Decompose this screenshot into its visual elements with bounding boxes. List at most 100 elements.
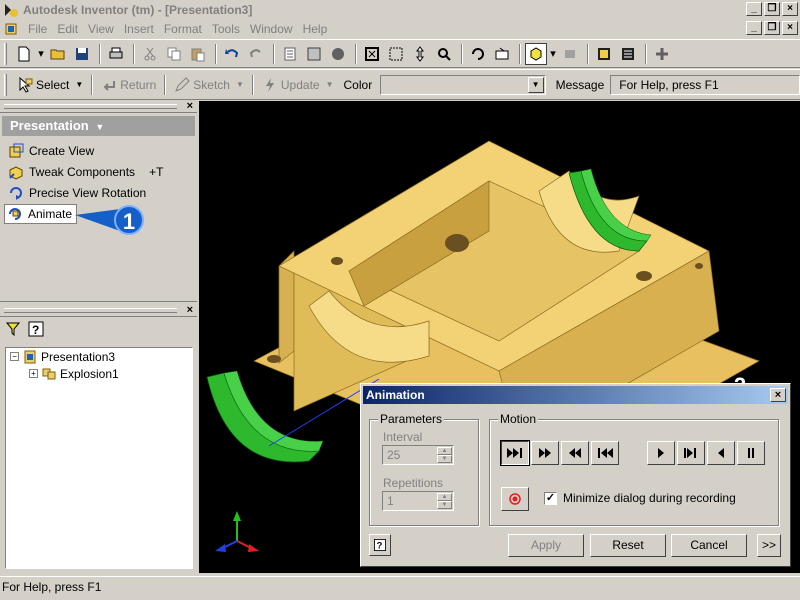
add-icon[interactable] [651,43,673,65]
dialog-help-button[interactable]: ? [369,534,391,556]
more-button[interactable]: >> [757,534,781,557]
look-at-icon[interactable] [491,43,513,65]
sketch-button[interactable]: Sketch ▼ [170,74,248,96]
open-folder-icon[interactable] [47,43,69,65]
step-reverse-button[interactable] [561,441,589,465]
sphere-icon[interactable] [327,43,349,65]
apply-button[interactable]: Apply [508,534,584,557]
fast-forward-end-icon [507,448,522,458]
save-icon[interactable] [71,43,93,65]
spin-down-icon[interactable]: ▼ [437,455,452,463]
play-forward-to-end-button[interactable] [500,440,530,466]
interval-label: Interval [383,430,423,444]
collapse-icon[interactable]: − [10,352,19,361]
spin-down-icon[interactable]: ▼ [437,501,452,509]
camera-view-icon[interactable] [559,43,581,65]
spin-up-icon[interactable]: ▲ [437,493,452,501]
sketch-dropdown-icon[interactable]: ▼ [236,80,244,89]
new-file-icon[interactable] [13,43,35,65]
panel-title[interactable]: Presentation ▼ [2,116,195,136]
next-step-button[interactable] [677,441,705,465]
menu-help[interactable]: Help [298,22,333,36]
tree-node-presentation[interactable]: − Presentation3 [10,348,115,365]
paste-icon[interactable] [187,43,209,65]
toolbar-grip[interactable] [4,42,7,65]
select-button[interactable]: Select ▼ [13,74,87,96]
select-dropdown-icon[interactable]: ▼ [75,80,83,89]
panel-close-icon[interactable]: × [187,100,193,112]
pan-icon[interactable] [409,43,431,65]
dialog-close-button[interactable]: × [770,388,786,402]
filter-icon[interactable] [6,322,20,336]
return-button[interactable]: Return [97,74,160,96]
minimize-button[interactable]: _ [746,2,762,16]
close-button[interactable]: × [782,2,798,16]
panel-item-shortcut: +T [149,164,164,179]
update-dropdown-icon[interactable]: ▼ [326,80,334,89]
interval-value: 25 [387,448,401,462]
doc-minimize-button[interactable]: _ [746,21,762,35]
menu-tools[interactable]: Tools [207,22,245,36]
menu-window[interactable]: Window [245,22,298,36]
cancel-button[interactable]: Cancel [671,534,747,557]
copy-icon[interactable] [163,43,185,65]
interval-field[interactable]: 25 ▲ ▼ [382,445,454,465]
undo-icon[interactable] [221,43,243,65]
panel-item-label: Precise View Rotation [29,185,147,200]
new-dropdown-icon[interactable]: ▾ [37,43,45,65]
browser-close-icon[interactable]: × [187,304,193,316]
parts-list-icon[interactable] [279,43,301,65]
record-icon [509,493,521,505]
menu-insert[interactable]: Insert [119,22,159,36]
spin-up-icon[interactable]: ▲ [437,447,452,455]
reset-button[interactable]: Reset [590,534,666,557]
play-forward-button[interactable] [647,441,675,465]
shaded-display-icon[interactable] [525,42,547,65]
rotate-icon[interactable] [467,43,489,65]
update-button[interactable]: Update ▼ [258,74,338,96]
zoom-icon[interactable] [433,43,455,65]
repetitions-field[interactable]: 1 ▲ ▼ [382,491,454,511]
help-topics-icon[interactable] [617,43,639,65]
command-bar-grip[interactable] [4,73,7,96]
record-button[interactable] [501,487,529,511]
tree-node-explosion[interactable]: + Explosion1 [29,365,119,382]
play-reverse-to-start-button[interactable] [591,441,619,465]
play-reverse-button[interactable] [707,441,735,465]
menu-file[interactable]: File [23,22,52,36]
document-icon[interactable] [3,22,19,36]
expand-icon[interactable]: + [29,369,38,378]
help-question-icon[interactable]: ? [28,321,44,337]
dialog-title-bar[interactable]: Animation × [363,386,788,404]
inventor-app-icon[interactable] [3,2,19,18]
next-step-icon [684,448,696,458]
panel-item-tweak-components[interactable]: Tweak Components +T [0,161,197,182]
panel-item-create-view[interactable]: Create View [0,140,197,161]
step-forward-button[interactable] [531,441,559,465]
doc-close-button[interactable]: × [782,21,798,35]
panel-bar-header[interactable]: × [0,100,197,113]
color-label: Color [343,77,373,92]
minimize-checkbox[interactable]: ✓ [544,492,557,505]
display-dropdown-icon[interactable]: ▾ [549,43,557,65]
pause-button[interactable] [737,441,765,465]
redo-icon[interactable] [245,43,267,65]
cut-icon[interactable] [139,43,161,65]
browser-header[interactable]: × [0,304,197,317]
doc-restore-button[interactable]: ❐ [764,21,780,35]
color-dropdown[interactable]: ▼ [380,74,546,95]
zoom-extents-icon[interactable] [361,43,383,65]
window-title: Autodesk Inventor (tm) - [Presentation3] [23,2,253,17]
zoom-window-icon[interactable] [385,43,407,65]
display-quality-icon[interactable] [593,43,615,65]
restore-button[interactable]: ❐ [764,2,780,16]
zoom-all-icon[interactable] [303,43,325,65]
command-bar: Select ▼ Return Sketch ▼ Update ▼ Color … [0,69,800,100]
menu-view[interactable]: View [83,22,119,36]
menu-format[interactable]: Format [159,22,207,36]
browser-tree[interactable]: − Presentation3 + Explosion1 [5,347,193,569]
print-icon[interactable] [105,43,127,65]
chevron-down-icon[interactable]: ▼ [527,76,544,93]
menu-edit[interactable]: Edit [52,22,83,36]
panel-item-precise-view-rotation[interactable]: Precise View Rotation [0,182,197,203]
